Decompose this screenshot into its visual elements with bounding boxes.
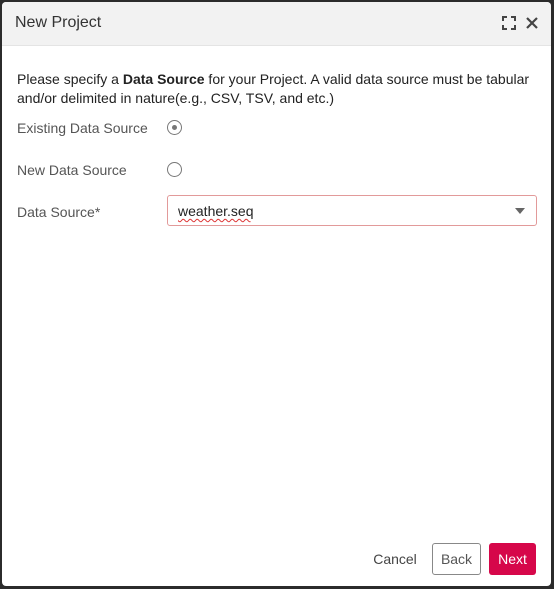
maximize-icon [502, 16, 516, 30]
close-button[interactable] [524, 15, 540, 31]
new-data-source-radio[interactable] [167, 162, 182, 177]
close-icon [526, 17, 538, 29]
existing-data-source-radio[interactable] [167, 120, 182, 135]
new-project-dialog: New Project Please specify a Data Source… [2, 2, 551, 586]
dialog-titlebar: New Project [2, 2, 551, 46]
data-source-select[interactable]: weather.seq [167, 195, 537, 226]
maximize-button[interactable] [501, 15, 517, 31]
dialog-title: New Project [15, 14, 102, 31]
intro-prefix: Please specify a [17, 71, 123, 87]
cancel-button[interactable]: Cancel [364, 543, 426, 575]
intro-bold: Data Source [122, 71, 205, 87]
data-source-label: Data Source* [17, 204, 101, 220]
existing-data-source-label: Existing Data Source [17, 120, 148, 136]
new-data-source-label: New Data Source [17, 162, 127, 178]
intro-text: Please specify a Data Source for your Pr… [17, 70, 537, 108]
next-button[interactable]: Next [489, 543, 536, 575]
chevron-down-icon [515, 208, 525, 214]
back-button[interactable]: Back [432, 543, 481, 575]
data-source-value: weather.seq [178, 203, 254, 219]
